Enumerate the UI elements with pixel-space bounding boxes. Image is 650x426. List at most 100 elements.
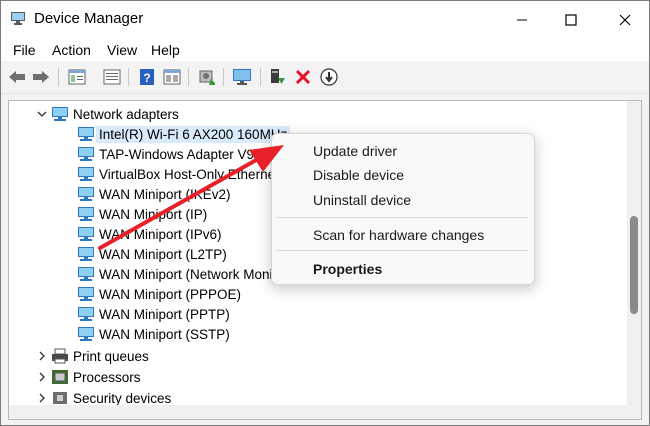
adapter-label: WAN Miniport (Network Monitor)	[99, 266, 293, 282]
chevron-down-icon[interactable]	[37, 109, 47, 119]
uninstall-device-menu-item[interactable]: Uninstall device	[313, 192, 411, 208]
print-queues-label: Print queues	[73, 348, 149, 364]
back-button[interactable]	[7, 67, 27, 87]
scan-icon	[199, 70, 215, 85]
scrollbar-thumb[interactable]	[630, 216, 638, 314]
toolbar-separator	[188, 68, 189, 86]
disable-device-menu-item[interactable]: Disable device	[313, 167, 404, 183]
uninstall-icon	[295, 69, 311, 85]
security-devices-label: Security devices	[73, 390, 172, 406]
chevron-right-icon[interactable]	[37, 393, 47, 403]
security-device-icon	[53, 392, 67, 404]
adapter-label: TAP-Windows Adapter V9	[99, 146, 255, 162]
scan-hardware-menu-item[interactable]: Scan for hardware changes	[313, 227, 484, 243]
adapter-label: WAN Miniport (IPv6)	[99, 226, 222, 242]
menu-bar: File Action View Help	[1, 38, 649, 61]
close-icon	[619, 14, 631, 25]
svg-text:?: ?	[143, 71, 150, 85]
adapter-row[interactable]: WAN Miniport (Network Monitor)	[77, 264, 293, 284]
network-adapter-icon	[78, 307, 94, 321]
network-adapter-icon	[78, 267, 94, 281]
network-adapter-icon	[78, 247, 94, 261]
scan-button[interactable]	[197, 67, 217, 87]
minimize-button[interactable]	[498, 1, 546, 38]
processors-label: Processors	[73, 369, 141, 385]
maximize-button[interactable]	[547, 1, 595, 38]
adapter-label: WAN Miniport (SSTP)	[99, 326, 230, 342]
network-adapter-icon	[52, 107, 68, 121]
adapter-row[interactable]: VirtualBox Host-Only Ethernet	[77, 164, 279, 184]
window-title: Device Manager	[34, 10, 144, 27]
minimize-icon	[517, 19, 527, 20]
context-menu-separator	[276, 250, 528, 251]
maximize-icon	[565, 13, 577, 26]
network-adapter-icon	[78, 167, 94, 181]
network-adapter-icon	[78, 147, 94, 161]
menu-action[interactable]: Action	[52, 42, 91, 58]
adapter-label: WAN Miniport (IP)	[99, 206, 208, 222]
printer-icon	[52, 348, 68, 364]
toolbar: ?	[1, 61, 649, 94]
tree-node-processors[interactable]: Processors	[37, 367, 141, 387]
help-button[interactable]: ?	[137, 67, 157, 87]
help-icon: ?	[140, 69, 154, 85]
context-menu: Update driver Disable device Uninstall d…	[271, 133, 535, 285]
update-driver-menu-item[interactable]: Update driver	[313, 143, 397, 159]
toolbar-separator	[128, 68, 129, 86]
disable-button[interactable]	[319, 67, 339, 87]
network-adapters-label: Network adapters	[73, 106, 179, 122]
update-driver-button[interactable]	[267, 67, 287, 87]
update-driver-icon	[271, 69, 285, 84]
forward-button[interactable]	[31, 67, 51, 87]
adapter-row[interactable]: WAN Miniport (SSTP)	[77, 324, 230, 344]
toolbar-separator	[223, 68, 224, 86]
adapter-row[interactable]: Intel(R) Wi-Fi 6 AX200 160MHz	[77, 124, 291, 144]
chevron-right-icon[interactable]	[37, 372, 47, 382]
tree-node-print-queues[interactable]: Print queues	[37, 346, 149, 366]
context-menu-separator	[276, 217, 528, 218]
adapter-row[interactable]: WAN Miniport (IPv6)	[77, 224, 222, 244]
adapter-row[interactable]: WAN Miniport (IP)	[77, 204, 207, 224]
monitor-button[interactable]	[232, 67, 252, 87]
adapter-row[interactable]: WAN Miniport (PPPOE)	[77, 284, 241, 304]
adapter-row[interactable]: TAP-Windows Adapter V9	[77, 144, 254, 164]
monitor-icon	[233, 69, 251, 85]
tree-node-network-adapters[interactable]: Network adapters	[37, 104, 179, 124]
adapter-row[interactable]: WAN Miniport (PPTP)	[77, 304, 230, 324]
close-button[interactable]	[601, 1, 649, 38]
horizontal-scrollbar[interactable]	[9, 405, 627, 419]
menu-view[interactable]: View	[107, 42, 137, 58]
forward-icon	[33, 71, 49, 83]
network-adapter-icon	[78, 227, 94, 241]
show-hidden-button[interactable]	[162, 67, 182, 87]
menu-help[interactable]: Help	[151, 42, 180, 58]
network-adapter-icon	[78, 187, 94, 201]
menu-file[interactable]: File	[13, 42, 36, 58]
adapter-label: Intel(R) Wi-Fi 6 AX200 160MHz	[96, 125, 291, 143]
adapter-label: WAN Miniport (PPPOE)	[99, 286, 242, 302]
adapter-label: VirtualBox Host-Only Ethernet	[99, 166, 279, 182]
disable-icon	[320, 68, 338, 86]
properties-button[interactable]	[67, 67, 87, 87]
adapter-label: WAN Miniport (IKEv2)	[99, 186, 231, 202]
back-icon	[9, 71, 25, 83]
processor-icon	[52, 370, 68, 384]
device-manager-app-icon	[11, 12, 25, 25]
device-manager-window: Device Manager File Action View Help ? N…	[0, 0, 650, 426]
view-icon	[103, 69, 121, 85]
properties-menu-item[interactable]: Properties	[313, 261, 382, 277]
show-hidden-icon	[163, 69, 181, 85]
adapter-label: WAN Miniport (L2TP)	[99, 246, 227, 262]
adapter-row[interactable]: WAN Miniport (IKEv2)	[77, 184, 231, 204]
network-adapter-icon	[78, 127, 94, 141]
vertical-scrollbar[interactable]	[627, 101, 641, 419]
toolbar-separator	[58, 68, 59, 86]
chevron-right-icon[interactable]	[37, 351, 47, 361]
properties-icon	[68, 69, 86, 85]
uninstall-button[interactable]	[293, 67, 313, 87]
adapter-label: WAN Miniport (PPTP)	[99, 306, 230, 322]
network-adapter-icon	[78, 287, 94, 301]
network-adapter-icon	[78, 207, 94, 221]
adapter-row[interactable]: WAN Miniport (L2TP)	[77, 244, 227, 264]
view-button[interactable]	[102, 67, 122, 87]
